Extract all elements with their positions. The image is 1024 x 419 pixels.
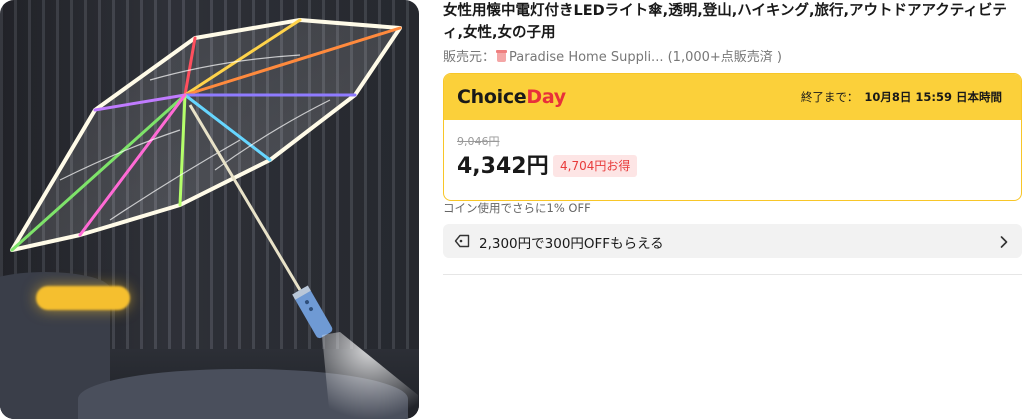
choice-logo-text: Choice (457, 86, 527, 108)
coin-discount-note: コイン使用でさらに1% OFF (443, 201, 591, 215)
countdown-label: 終了まで： (800, 90, 859, 104)
choice-day-logo: ChoiceDay (457, 84, 566, 110)
coupon-button[interactable]: 2,300円で300円OFFもらえる (443, 224, 1022, 258)
countdown: 終了まで： 10月8日 15:59 日本時間 (801, 89, 1002, 105)
countdown-time: 10月8日 15:59 日本時間 (864, 90, 1002, 104)
product-title: 女性用懐中電灯付きLEDライト傘,透明,登山,ハイキング,旅行,アウトドアアクテ… (443, 3, 1007, 41)
choice-day-header: ChoiceDay 終了まで： 10月8日 15:59 日本時間 (444, 74, 1021, 120)
product-image[interactable] (0, 0, 419, 419)
divider (443, 274, 1022, 275)
seller-prefix: 販売元： (443, 50, 496, 65)
choice-day-price-card: ChoiceDay 終了まで： 10月8日 15:59 日本時間 9,046円 4… (443, 73, 1022, 201)
chevron-right-icon (1000, 236, 1008, 248)
sale-price: 4,342円 (457, 154, 549, 179)
umbrella-illustration (10, 18, 418, 419)
seller-name-link[interactable]: Paradise Home Suppli... (509, 50, 663, 65)
coupon-text: 2,300円で300円OFFもらえる (479, 236, 664, 252)
savings-badge: 4,704円お得 (553, 155, 638, 177)
seller-line: 販売元： Paradise Home Suppli... (1,000+点販売済 … (443, 46, 782, 65)
tag-icon (454, 234, 470, 248)
day-logo-text: Day (526, 86, 566, 108)
sold-count: (1,000+点販売済 ) (667, 50, 782, 65)
store-icon (496, 50, 508, 62)
original-price: 9,046円 (457, 135, 500, 148)
